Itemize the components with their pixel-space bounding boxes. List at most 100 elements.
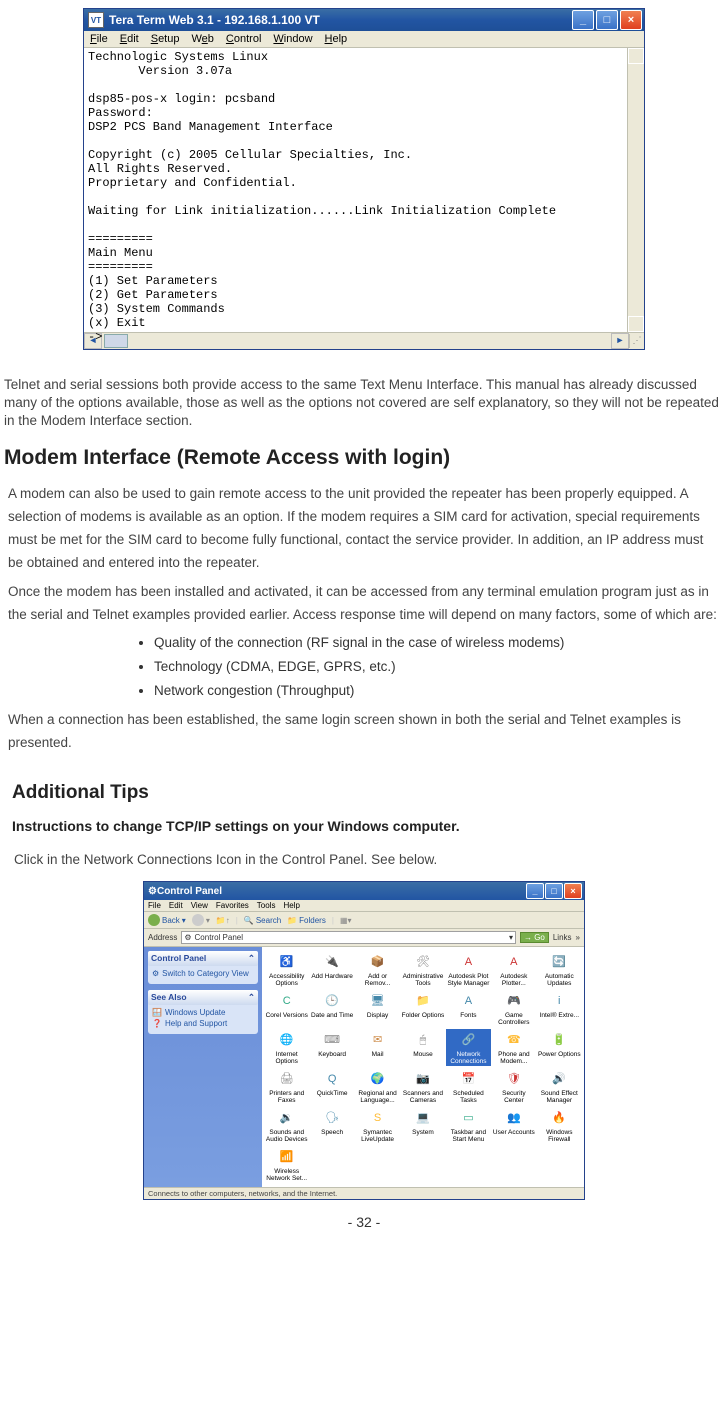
menu-window[interactable]: Window bbox=[273, 33, 312, 45]
menu-favorites[interactable]: Favorites bbox=[216, 901, 249, 910]
menu-setup[interactable]: Setup bbox=[151, 33, 180, 45]
cp-item-label: Corel Versions bbox=[266, 1012, 308, 1019]
back-icon bbox=[148, 914, 160, 926]
cp-item-folder-options[interactable]: 📁Folder Options bbox=[400, 990, 445, 1027]
menu-edit[interactable]: Edit bbox=[169, 901, 183, 910]
close-button[interactable]: × bbox=[620, 10, 642, 30]
forward-button[interactable]: ▾ bbox=[192, 914, 210, 926]
windows-update-link[interactable]: 🪟 Windows Update bbox=[152, 1008, 254, 1017]
help-support-link[interactable]: ❓ Help and Support bbox=[152, 1019, 254, 1028]
cp-item-icon: 🔥 bbox=[549, 1108, 569, 1128]
cp-item-icon: A bbox=[458, 991, 478, 1011]
cp-item-administrative-tools[interactable]: 🛠Administrative Tools bbox=[400, 951, 445, 988]
cp-item-display[interactable]: 🖥Display bbox=[355, 990, 400, 1027]
up-button[interactable]: 📁↑ bbox=[216, 916, 230, 925]
menu-help[interactable]: Help bbox=[283, 901, 299, 910]
menu-view[interactable]: View bbox=[191, 901, 208, 910]
cp-item-label: User Accounts bbox=[493, 1129, 535, 1136]
menu-web[interactable]: Web bbox=[191, 33, 213, 45]
scrollbar-horizontal[interactable]: ◄ ► ⋰ bbox=[84, 332, 644, 349]
cp-item-phone-and-modem-[interactable]: ☎Phone and Modem... bbox=[491, 1029, 536, 1066]
cp-item-label: Mouse bbox=[413, 1051, 433, 1058]
go-button[interactable]: → Go bbox=[520, 932, 549, 943]
cp-item-fonts[interactable]: AFonts bbox=[446, 990, 491, 1027]
cp-item-symantec-liveupdate[interactable]: SSymantec LiveUpdate bbox=[355, 1107, 400, 1144]
cp-item-label: Windows Firewall bbox=[538, 1129, 581, 1143]
terminal-output[interactable]: Technologic Systems Linux Version 3.07a … bbox=[84, 48, 644, 332]
cp-item-keyboard[interactable]: ⌨Keyboard bbox=[309, 1029, 354, 1066]
cp-item-mail[interactable]: ✉Mail bbox=[355, 1029, 400, 1066]
address-bar: Address ⚙ Control Panel▾ → Go Links » bbox=[144, 929, 584, 947]
cp-item-sound-effect-manager[interactable]: 🔊Sound Effect Manager bbox=[537, 1068, 582, 1105]
maximize-button[interactable]: □ bbox=[545, 883, 563, 899]
menu-tools[interactable]: Tools bbox=[257, 901, 276, 910]
menu-file[interactable]: File bbox=[90, 33, 108, 45]
cp-item-sounds-and-audio-devices[interactable]: 🔉Sounds and Audio Devices bbox=[264, 1107, 309, 1144]
cp-item-system[interactable]: 💻System bbox=[400, 1107, 445, 1144]
cp-item-wireless-network-set-[interactable]: 📶Wireless Network Set... bbox=[264, 1146, 309, 1183]
minimize-button[interactable]: _ bbox=[572, 10, 594, 30]
folders-button[interactable]: 📁 Folders bbox=[287, 916, 326, 925]
cp-item-label: Printers and Faxes bbox=[265, 1090, 308, 1104]
cp-item-automatic-updates[interactable]: 🔄Automatic Updates bbox=[537, 951, 582, 988]
cp-item-game-controllers[interactable]: 🎮Game Controllers bbox=[491, 990, 536, 1027]
switch-category-view-link[interactable]: ⚙ Switch to Category View bbox=[152, 969, 254, 978]
cp-item-add-or-remov-[interactable]: 📦Add or Remov... bbox=[355, 951, 400, 988]
cp-item-internet-options[interactable]: 🌐Internet Options bbox=[264, 1029, 309, 1066]
cp-item-corel-versions[interactable]: CCorel Versions bbox=[264, 990, 309, 1027]
cp-item-label: Autodesk Plotter... bbox=[492, 973, 535, 987]
collapse-icon[interactable]: ⌃ bbox=[248, 953, 255, 964]
cp-item-user-accounts[interactable]: 👥User Accounts bbox=[491, 1107, 536, 1144]
cp-item-intel-extre-[interactable]: iIntel® Extre... bbox=[537, 990, 582, 1027]
back-button[interactable]: Back ▾ bbox=[148, 914, 186, 926]
cp-item-icon: 🛠 bbox=[413, 952, 433, 972]
maximize-button[interactable]: □ bbox=[596, 10, 618, 30]
intro-paragraph: Telnet and serial sessions both provide … bbox=[4, 376, 724, 430]
forward-icon bbox=[192, 914, 204, 926]
resize-grip-icon[interactable]: ⋰ bbox=[629, 334, 644, 348]
cp-item-regional-and-language-[interactable]: 🌍Regional and Language... bbox=[355, 1068, 400, 1105]
cp-item-quicktime[interactable]: QQuickTime bbox=[309, 1068, 354, 1105]
scroll-thumb[interactable] bbox=[104, 334, 128, 348]
menu-control[interactable]: Control bbox=[226, 33, 261, 45]
cp-item-icon: 🎮 bbox=[504, 991, 524, 1011]
cp-item-printers-and-faxes[interactable]: 🖨Printers and Faxes bbox=[264, 1068, 309, 1105]
cp-item-autodesk-plotter-[interactable]: AAutodesk Plotter... bbox=[491, 951, 536, 988]
menu-file[interactable]: File bbox=[148, 901, 161, 910]
cp-item-label: Sound Effect Manager bbox=[538, 1090, 581, 1104]
cp-item-network-connections[interactable]: 🔗Network Connections bbox=[446, 1029, 491, 1066]
scroll-right-icon[interactable]: ► bbox=[611, 333, 629, 349]
cp-item-speech[interactable]: 🗣Speech bbox=[309, 1107, 354, 1144]
cp-item-scanners-and-cameras[interactable]: 📷Scanners and Cameras bbox=[400, 1068, 445, 1105]
cp-item-accessibility-options[interactable]: ♿Accessibility Options bbox=[264, 951, 309, 988]
close-button[interactable]: × bbox=[564, 883, 582, 899]
menu-help[interactable]: Help bbox=[325, 33, 348, 45]
minimize-button[interactable]: _ bbox=[526, 883, 544, 899]
cp-item-scheduled-tasks[interactable]: 📅Scheduled Tasks bbox=[446, 1068, 491, 1105]
cp-item-add-hardware[interactable]: 🔌Add Hardware bbox=[309, 951, 354, 988]
collapse-icon[interactable]: ⌃ bbox=[248, 992, 255, 1003]
cp-item-autodesk-plot-style-manager[interactable]: AAutodesk Plot Style Manager bbox=[446, 951, 491, 988]
cp-item-icon: 🔌 bbox=[322, 952, 342, 972]
cp-item-icon: Q bbox=[322, 1069, 342, 1089]
cp-item-windows-firewall[interactable]: 🔥Windows Firewall bbox=[537, 1107, 582, 1144]
cp-item-taskbar-and-start-menu[interactable]: ▭Taskbar and Start Menu bbox=[446, 1107, 491, 1144]
cp-item-label: Game Controllers bbox=[492, 1012, 535, 1026]
cp-item-mouse[interactable]: 🖱Mouse bbox=[400, 1029, 445, 1066]
address-field[interactable]: ⚙ Control Panel▾ bbox=[181, 931, 516, 944]
cp-item-icon: 🖥 bbox=[368, 991, 388, 1011]
cp-item-security-center[interactable]: 🛡Security Center bbox=[491, 1068, 536, 1105]
cp-item-icon: ✉ bbox=[368, 1030, 388, 1050]
views-button[interactable]: ▦▾ bbox=[340, 916, 352, 925]
search-button[interactable]: 🔍 Search bbox=[244, 916, 281, 925]
cp-item-power-options[interactable]: 🔋Power Options bbox=[537, 1029, 582, 1066]
cp-item-icon: 🔉 bbox=[277, 1108, 297, 1128]
address-label: Address bbox=[148, 933, 177, 942]
scrollbar-vertical[interactable] bbox=[627, 48, 644, 332]
menu-edit[interactable]: Edit bbox=[120, 33, 139, 45]
teraterm-menubar: File Edit Setup Web Control Window Help bbox=[84, 31, 644, 48]
cp-item-icon: C bbox=[277, 991, 297, 1011]
links-label[interactable]: Links bbox=[553, 933, 572, 942]
cp-item-date-and-time[interactable]: 🕒Date and Time bbox=[309, 990, 354, 1027]
cp-item-label: Administrative Tools bbox=[401, 973, 444, 987]
